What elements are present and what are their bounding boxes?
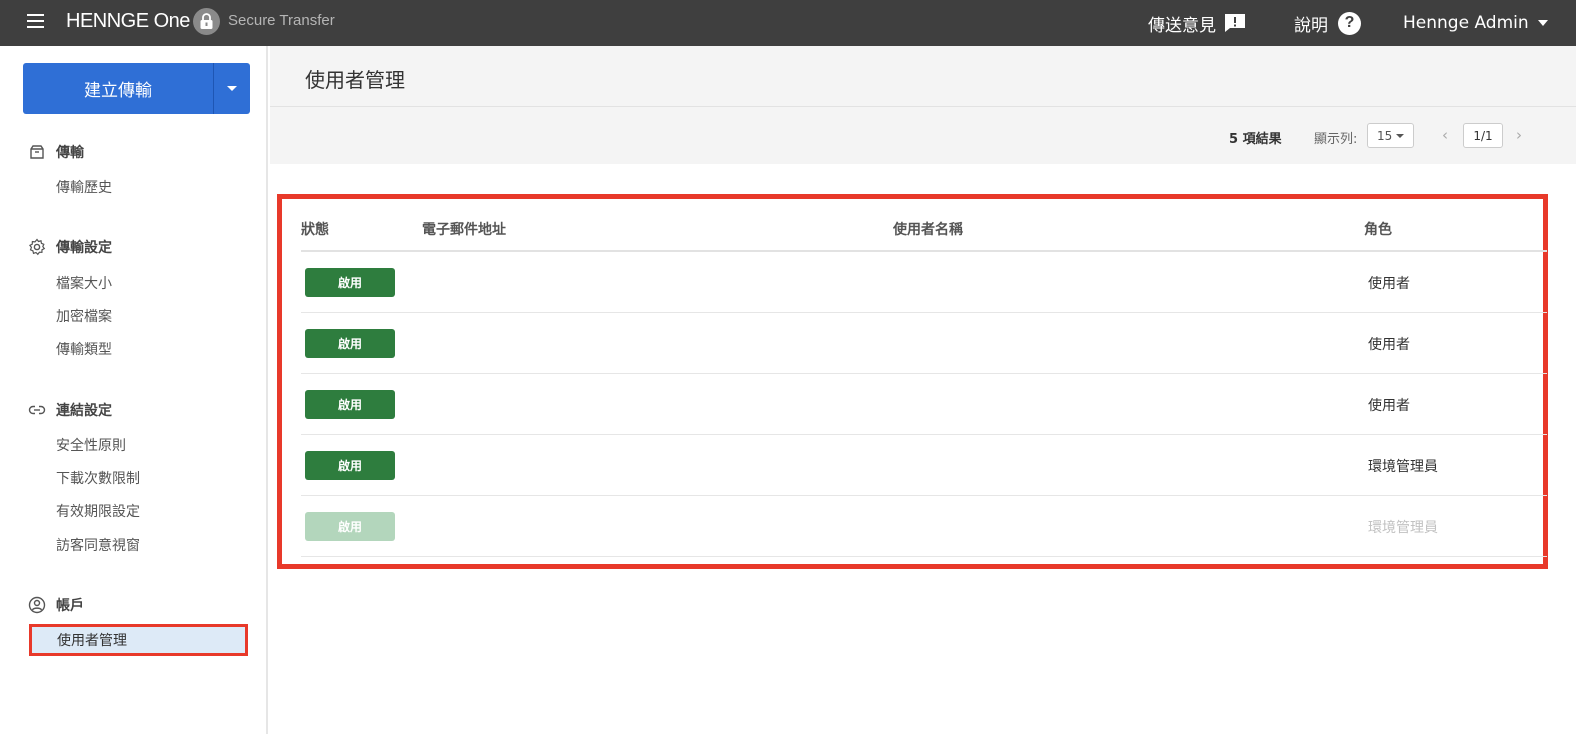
sidebar-item-user-management[interactable]: 使用者管理 xyxy=(29,624,248,656)
sidebar-section-transfer: 傳輸 xyxy=(28,142,84,162)
user-menu[interactable]: Hennge Admin xyxy=(1403,0,1548,46)
top-bar: HENNGE One Secure Transfer 傳送意見 說明 ? Hen… xyxy=(0,0,1576,46)
sidebar-item-encrypt-file[interactable]: 加密檔案 xyxy=(56,306,112,326)
role-cell: 使用者 xyxy=(1368,276,1410,292)
user-name: Hennge Admin xyxy=(1403,13,1529,33)
column-header-status[interactable]: 狀態 xyxy=(301,219,329,239)
sidebar-item-expiry-settings[interactable]: 有效期限設定 xyxy=(56,501,140,521)
section-title: 連結設定 xyxy=(56,403,112,419)
column-header-username[interactable]: 使用者名稱 xyxy=(893,219,963,239)
status-badge: 啟用 xyxy=(305,268,395,297)
user-table: 狀態 電子郵件地址 使用者名稱 角色 啟用 使用者 啟用 使用者 啟用 使用者 … xyxy=(277,194,1548,569)
sidebar-item-file-size[interactable]: 檔案大小 xyxy=(56,273,112,293)
section-title: 帳戶 xyxy=(56,598,84,614)
list-toolbar: 5 項結果 顯示列: 15 ‹ 1/1 › xyxy=(270,107,1576,164)
result-count: 5 項結果 xyxy=(1229,132,1282,147)
column-header-email[interactable]: 電子郵件地址 xyxy=(422,219,506,239)
lock-icon xyxy=(193,8,220,35)
table-row[interactable]: 啟用 使用者 xyxy=(301,252,1547,313)
brand-logo: HENNGE One xyxy=(66,10,190,32)
create-transfer-dropdown[interactable] xyxy=(214,63,250,114)
feedback-label: 傳送意見 xyxy=(1148,15,1216,36)
next-page-button[interactable]: › xyxy=(1516,126,1522,144)
menu-icon[interactable] xyxy=(27,14,44,28)
create-transfer-button-group: 建立傳輸 xyxy=(23,63,250,114)
status-badge: 啟用 xyxy=(305,329,395,358)
caret-down-icon xyxy=(1396,134,1404,138)
feedback-button[interactable]: 傳送意見 xyxy=(1148,0,1246,46)
role-cell: 環境管理員 xyxy=(1368,459,1438,475)
sidebar-section-account: 帳戶 xyxy=(28,595,84,615)
rows-per-page-value: 15 xyxy=(1377,128,1393,143)
status-badge: 啟用 xyxy=(305,390,395,419)
role-cell: 使用者 xyxy=(1368,398,1410,414)
table-row[interactable]: 啟用 使用者 xyxy=(301,313,1547,374)
link-icon xyxy=(28,405,46,415)
sidebar-item-security-policy[interactable]: 安全性原則 xyxy=(56,435,126,455)
sidebar-item-guest-consent[interactable]: 訪客同意視窗 xyxy=(56,535,140,555)
status-badge: 啟用 xyxy=(305,451,395,480)
help-label: 說明 xyxy=(1294,15,1328,36)
section-title: 傳輸設定 xyxy=(56,240,112,256)
sidebar-item-transfer-type[interactable]: 傳輸類型 xyxy=(56,339,112,359)
section-title: 傳輸 xyxy=(56,145,84,161)
status-badge: 啟用 xyxy=(305,512,395,541)
role-cell: 環境管理員 xyxy=(1368,520,1438,536)
table-row[interactable]: 啟用 環境管理員 xyxy=(301,496,1547,557)
sidebar-item-download-limit[interactable]: 下載次數限制 xyxy=(56,468,140,488)
role-cell: 使用者 xyxy=(1368,337,1410,353)
sidebar-item-transfer-history[interactable]: 傳輸歷史 xyxy=(56,177,112,197)
chevron-down-icon xyxy=(1537,20,1548,26)
sidebar-section-transfer-settings: 傳輸設定 xyxy=(28,237,112,257)
table-row[interactable]: 啟用 環境管理員 xyxy=(301,435,1547,496)
product-name: Secure Transfer xyxy=(228,12,335,29)
help-button[interactable]: 說明 ? xyxy=(1294,0,1361,46)
create-transfer-button[interactable]: 建立傳輸 xyxy=(23,63,213,114)
feedback-icon xyxy=(1225,14,1245,32)
page-title: 使用者管理 xyxy=(305,68,405,92)
box-icon xyxy=(30,145,44,159)
rows-per-page-select[interactable]: 15 xyxy=(1367,123,1414,148)
previous-page-button[interactable]: ‹ xyxy=(1442,126,1448,144)
user-circle-icon xyxy=(28,596,46,614)
help-icon: ? xyxy=(1338,11,1361,35)
sidebar-section-link-settings: 連結設定 xyxy=(28,400,112,420)
sidebar: 建立傳輸 傳輸 傳輸歷史 傳輸設定 檔案大小 加密檔案 傳輸類型 連結設定 安全… xyxy=(0,46,268,734)
rows-per-page-label: 顯示列: xyxy=(1314,132,1358,147)
table-row[interactable]: 啟用 使用者 xyxy=(301,374,1547,435)
column-header-role[interactable]: 角色 xyxy=(1364,219,1392,239)
gear-icon xyxy=(28,238,46,256)
caret-down-icon xyxy=(227,86,237,91)
page-indicator[interactable]: 1/1 xyxy=(1463,123,1503,148)
page-header: 使用者管理 xyxy=(270,46,1576,107)
